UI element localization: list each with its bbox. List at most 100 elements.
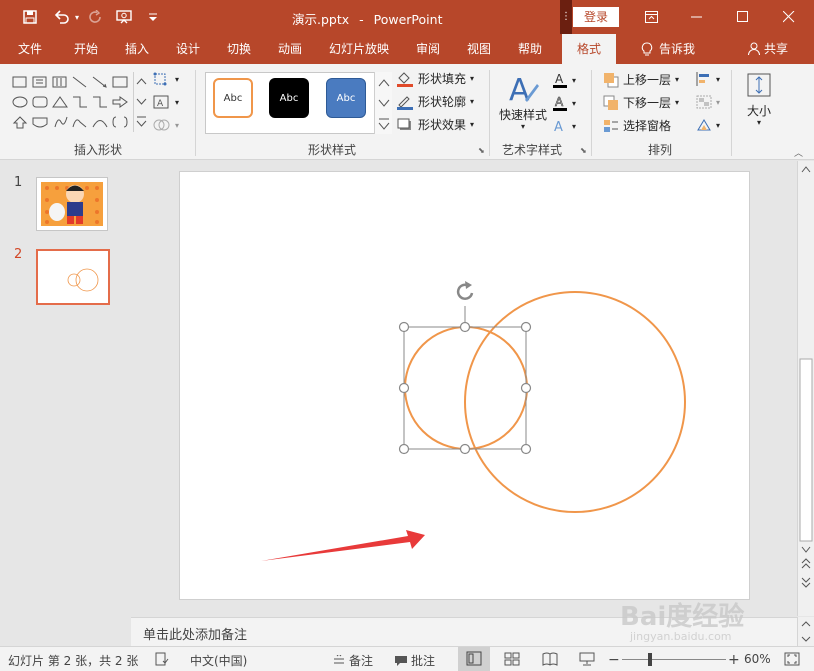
- slideshow-button[interactable]: [579, 652, 595, 666]
- scroll-up-icon[interactable]: [801, 166, 811, 173]
- text-effects-button[interactable]: A ▾: [552, 118, 576, 134]
- normal-view-icon: [466, 651, 482, 666]
- group-separator: [731, 70, 732, 156]
- shapes-gallery-scroll[interactable]: [133, 72, 148, 132]
- share-button[interactable]: 共享: [740, 34, 796, 64]
- zoom-slider[interactable]: [622, 659, 726, 660]
- selection-pane-button[interactable]: 选择窗格: [603, 117, 671, 134]
- comments-button[interactable]: 批注: [394, 652, 435, 669]
- redo-icon[interactable]: [84, 5, 108, 29]
- ribbon-display-options-icon[interactable]: [628, 0, 674, 34]
- customize-qat-icon[interactable]: [141, 5, 165, 29]
- text-fill-button[interactable]: A ▾: [552, 72, 576, 88]
- reading-view-button[interactable]: [542, 652, 558, 666]
- shape-outline-button[interactable]: 形状轮廓 ▾: [396, 93, 474, 110]
- shape-fill-button[interactable]: 形状填充 ▾: [396, 70, 474, 87]
- scroll-down-icon[interactable]: [801, 546, 811, 553]
- tab-design[interactable]: 设计: [166, 34, 210, 64]
- login-button[interactable]: 登录: [573, 7, 619, 27]
- accessibility-icon[interactable]: [155, 652, 169, 666]
- start-from-beginning-icon[interactable]: [112, 5, 136, 29]
- shape-styles-scroll[interactable]: [374, 72, 392, 134]
- quick-styles-button[interactable]: A 快速样式 ▾: [499, 70, 547, 132]
- notes-button[interactable]: 备注: [332, 652, 373, 669]
- tab-review[interactable]: 审阅: [406, 34, 450, 64]
- normal-view-button[interactable]: [458, 647, 490, 671]
- save-icon[interactable]: [18, 5, 42, 29]
- resize-handle[interactable]: [520, 321, 532, 333]
- undo-dropdown-icon[interactable]: ▾: [72, 5, 82, 29]
- tab-file[interactable]: 文件: [8, 34, 52, 64]
- minimize-icon[interactable]: [674, 0, 720, 34]
- zoom-out-icon[interactable]: −: [608, 652, 620, 668]
- merge-shapes-button[interactable]: ▾: [153, 118, 179, 132]
- tab-view[interactable]: 视图: [457, 34, 501, 64]
- align-button[interactable]: ▾: [696, 72, 720, 86]
- title-bar: ▾ 演示.pptx - PowerPoint ⋮ 登录: [0, 0, 814, 34]
- file-name: 演示.pptx: [292, 12, 350, 27]
- shape-effects-label: 形状效果: [418, 118, 467, 132]
- tab-insert[interactable]: 插入: [115, 34, 159, 64]
- shape-effects-icon: [397, 118, 411, 130]
- rotate-button[interactable]: ▾: [696, 118, 720, 132]
- shape-styles-group-label: 形状样式: [307, 143, 356, 157]
- zoom-level[interactable]: 60%: [744, 652, 771, 666]
- send-backward-button[interactable]: 下移一层 ▾: [603, 94, 679, 111]
- previous-slide-icon[interactable]: [801, 558, 811, 569]
- scroll-thumb[interactable]: [799, 358, 813, 542]
- large-circle[interactable]: [464, 291, 686, 513]
- resize-handle[interactable]: [459, 443, 471, 455]
- tab-slideshow[interactable]: 幻灯片放映: [322, 34, 396, 64]
- edit-shape-button[interactable]: ▾: [153, 72, 179, 86]
- zoom-in-icon[interactable]: +: [728, 652, 740, 668]
- next-slide-icon[interactable]: [801, 577, 811, 588]
- notes-scrollbar[interactable]: [797, 617, 814, 646]
- bring-forward-button[interactable]: 上移一层 ▾: [603, 71, 679, 88]
- text-outline-button[interactable]: A ▾: [552, 95, 576, 111]
- wordart-launcher-icon[interactable]: ⬊: [580, 146, 587, 155]
- undo-icon[interactable]: [50, 5, 74, 29]
- resize-handle[interactable]: [398, 443, 410, 455]
- shape-effects-button[interactable]: 形状效果 ▾: [396, 116, 474, 133]
- vertical-scrollbar[interactable]: [797, 161, 814, 616]
- close-icon[interactable]: [766, 0, 812, 34]
- collapse-ribbon-icon[interactable]: ︿: [794, 146, 803, 159]
- size-label: 大小: [746, 104, 771, 118]
- maximize-icon[interactable]: [720, 0, 766, 34]
- slideshow-icon: [579, 652, 595, 666]
- fit-to-window-button[interactable]: [784, 652, 800, 666]
- resize-handle[interactable]: [520, 443, 532, 455]
- language-indicator[interactable]: 中文(中国): [190, 652, 247, 669]
- style-sample-black[interactable]: Abc: [269, 78, 309, 118]
- slide-canvas[interactable]: [179, 171, 750, 600]
- resize-handle[interactable]: [520, 382, 532, 394]
- zoom-slider-thumb[interactable]: [648, 653, 652, 666]
- tab-home[interactable]: 开始: [64, 34, 108, 64]
- shape-styles-launcher-icon[interactable]: ⬊: [478, 146, 485, 155]
- group-objects-button[interactable]: ▾: [696, 95, 720, 109]
- tell-me-box[interactable]: 告诉我: [632, 34, 704, 64]
- rotate-handle-icon[interactable]: [456, 281, 474, 300]
- resize-handle[interactable]: [459, 321, 471, 333]
- shapes-gallery[interactable]: [10, 72, 132, 132]
- text-outline-icon: A: [553, 95, 567, 111]
- resize-handle[interactable]: [398, 321, 410, 333]
- more-icon[interactable]: ⋮: [560, 0, 572, 34]
- group-objects-icon: [696, 95, 712, 109]
- tab-animations[interactable]: 动画: [268, 34, 312, 64]
- size-button[interactable]: 大小 ▾: [740, 70, 778, 140]
- slide-sorter-button[interactable]: [504, 652, 520, 666]
- tab-transitions[interactable]: 切换: [217, 34, 261, 64]
- slide-thumbnail-1[interactable]: [36, 177, 108, 231]
- style-sample-orange-outline[interactable]: Abc: [213, 78, 253, 118]
- slide-content: [261, 281, 686, 561]
- slide-thumbnail-2[interactable]: [36, 249, 110, 305]
- title-separator: -: [359, 12, 364, 27]
- resize-handle[interactable]: [398, 382, 410, 394]
- wordart-a-icon: A: [509, 73, 539, 108]
- tab-format[interactable]: 格式: [562, 34, 616, 64]
- shape-outline-label: 形状轮廓: [418, 95, 467, 109]
- style-sample-blue[interactable]: Abc: [326, 78, 366, 118]
- text-box-button[interactable]: A ▾: [153, 95, 179, 109]
- tab-help[interactable]: 帮助: [508, 34, 552, 64]
